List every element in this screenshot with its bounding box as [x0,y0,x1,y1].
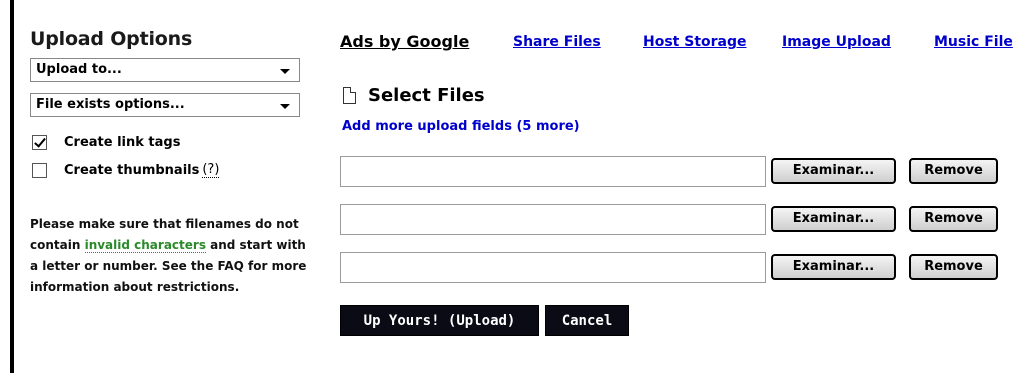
browse-button[interactable]: Examinar... [771,158,896,184]
file-path-input[interactable] [340,252,766,283]
invalid-characters-link[interactable]: invalid characters [84,238,206,253]
chevron-down-icon [280,104,290,109]
file-path-input[interactable] [340,204,766,235]
file-row: Examinar... Remove [340,252,1030,284]
file-row: Examinar... Remove [340,156,1030,188]
document-icon [343,87,356,104]
browse-button[interactable]: Examinar... [771,206,896,232]
remove-button[interactable]: Remove [909,158,998,184]
select-files-heading: Select Files [343,85,485,106]
ads-by-google-link[interactable]: Ads by Google [340,32,469,51]
file-exists-value: File exists options... [36,97,185,112]
create-thumbnails-row: Create thumbnails (?) [30,156,315,184]
remove-button[interactable]: Remove [909,254,998,280]
upload-to-select[interactable]: Upload to... [30,58,300,82]
add-more-fields-link[interactable]: Add more upload fields (5 more) [342,119,580,134]
select-files-title: Select Files [368,85,485,106]
left-border-bar [10,0,14,373]
create-link-tags-label: Create link tags [64,134,181,150]
create-thumbnails-checkbox[interactable] [32,162,47,178]
file-path-input[interactable] [340,156,766,187]
browse-button[interactable]: Examinar... [771,254,896,280]
file-row: Examinar... Remove [340,204,1030,236]
thumbnails-help-link[interactable]: (?) [202,162,220,178]
upload-to-value: Upload to... [36,62,122,77]
filename-notice: Please make sure that filenames do not c… [30,214,315,298]
create-link-tags-row: Create link tags [30,128,315,156]
chevron-down-icon [280,69,290,74]
ad-link-host-storage[interactable]: Host Storage [643,34,747,50]
file-exists-select[interactable]: File exists options... [30,93,300,117]
remove-button[interactable]: Remove [909,206,998,232]
create-thumbnails-label: Create thumbnails [64,162,200,178]
upload-options-panel: Upload Options Upload to... File exists … [30,28,315,298]
ad-link-share-files[interactable]: Share Files [513,34,601,50]
cancel-button[interactable]: Cancel [545,305,629,336]
upload-options-title: Upload Options [30,28,193,50]
upload-button[interactable]: Up Yours! (Upload) [340,305,539,336]
create-link-tags-checkbox[interactable] [32,134,47,150]
ad-link-music-file[interactable]: Music File [934,34,1013,50]
ad-link-image-upload[interactable]: Image Upload [782,34,891,50]
